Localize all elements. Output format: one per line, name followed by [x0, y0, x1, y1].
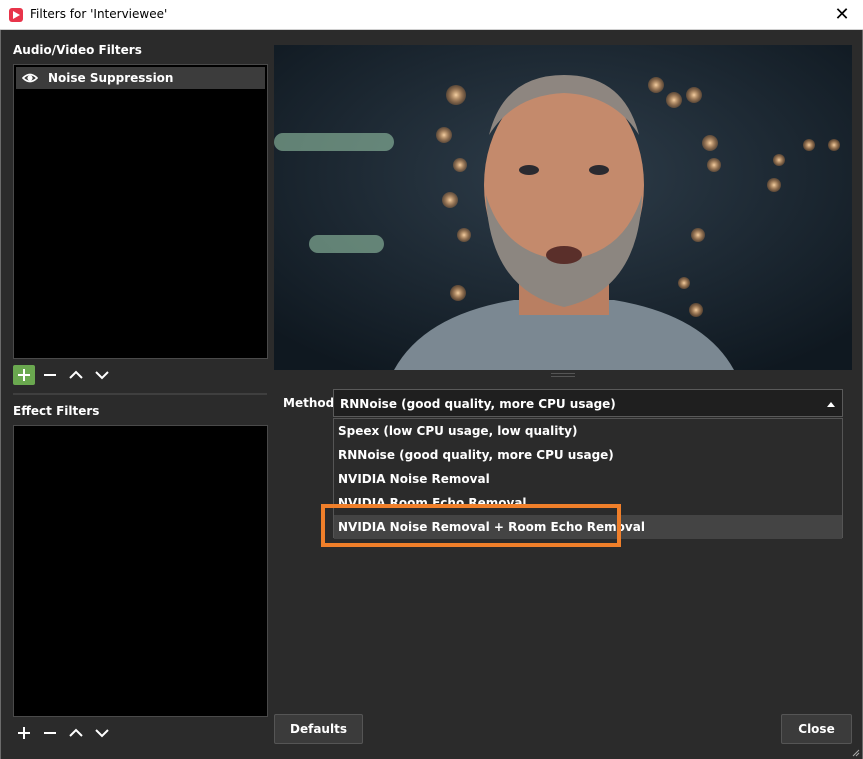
method-selected-value: RNNoise (good quality, more CPU usage)	[340, 397, 616, 411]
filter-item-label: Noise Suppression	[48, 71, 174, 85]
defaults-button[interactable]: Defaults	[274, 714, 363, 744]
window-title: Filters for 'Interviewee'	[30, 7, 168, 21]
minus-icon	[44, 374, 56, 376]
chevron-up-icon	[69, 728, 83, 737]
move-down-effect-filter-button[interactable]	[91, 723, 113, 743]
title-bar: Filters for 'Interviewee' ✕	[0, 0, 863, 30]
move-down-audio-video-filter-button[interactable]	[91, 365, 113, 385]
method-label: Method	[283, 396, 335, 410]
minus-icon	[44, 732, 56, 734]
audio-video-filters-list[interactable]: Noise Suppression	[13, 64, 268, 359]
chevron-down-icon	[95, 729, 109, 738]
plus-icon	[18, 727, 30, 739]
filter-item-noise-suppression[interactable]: Noise Suppression	[16, 67, 265, 89]
dialog-body: Audio/Video Filters Noise Suppression Ef…	[0, 30, 863, 759]
method-option-speex[interactable]: Speex (low CPU usage, low quality)	[334, 419, 842, 443]
section-divider[interactable]	[13, 393, 267, 395]
chevron-down-icon	[95, 371, 109, 380]
caret-up-icon	[827, 402, 835, 407]
method-dropdown-list: Speex (low CPU usage, low quality) RNNoi…	[333, 418, 843, 539]
close-button[interactable]: Close	[781, 714, 852, 744]
method-select[interactable]: RNNoise (good quality, more CPU usage)	[333, 389, 843, 417]
audio-video-filters-label: Audio/Video Filters	[13, 43, 142, 57]
remove-audio-video-filter-button[interactable]	[39, 365, 61, 385]
source-preview	[274, 45, 852, 370]
add-audio-video-filter-button[interactable]	[13, 365, 35, 385]
add-effect-filter-button[interactable]	[13, 723, 35, 743]
preview-image	[274, 45, 852, 370]
preview-splitter-handle[interactable]	[551, 373, 575, 377]
move-up-effect-filter-button[interactable]	[65, 723, 87, 743]
resize-grip-icon[interactable]	[852, 749, 860, 757]
plus-icon	[18, 369, 30, 381]
app-icon	[9, 8, 23, 22]
method-option-rnnoise[interactable]: RNNoise (good quality, more CPU usage)	[334, 443, 842, 467]
effect-filters-label: Effect Filters	[13, 404, 100, 418]
effect-filters-list[interactable]	[13, 425, 268, 717]
method-option-nvidia-noise[interactable]: NVIDIA Noise Removal	[334, 467, 842, 491]
remove-effect-filter-button[interactable]	[39, 723, 61, 743]
window-close-icon[interactable]: ✕	[831, 4, 853, 26]
chevron-up-icon	[69, 370, 83, 379]
method-option-nvidia-noise-echo[interactable]: NVIDIA Noise Removal + Room Echo Removal	[334, 515, 842, 539]
method-option-nvidia-echo[interactable]: NVIDIA Room Echo Removal	[334, 491, 842, 515]
move-up-audio-video-filter-button[interactable]	[65, 365, 87, 385]
eye-icon[interactable]	[22, 71, 38, 85]
